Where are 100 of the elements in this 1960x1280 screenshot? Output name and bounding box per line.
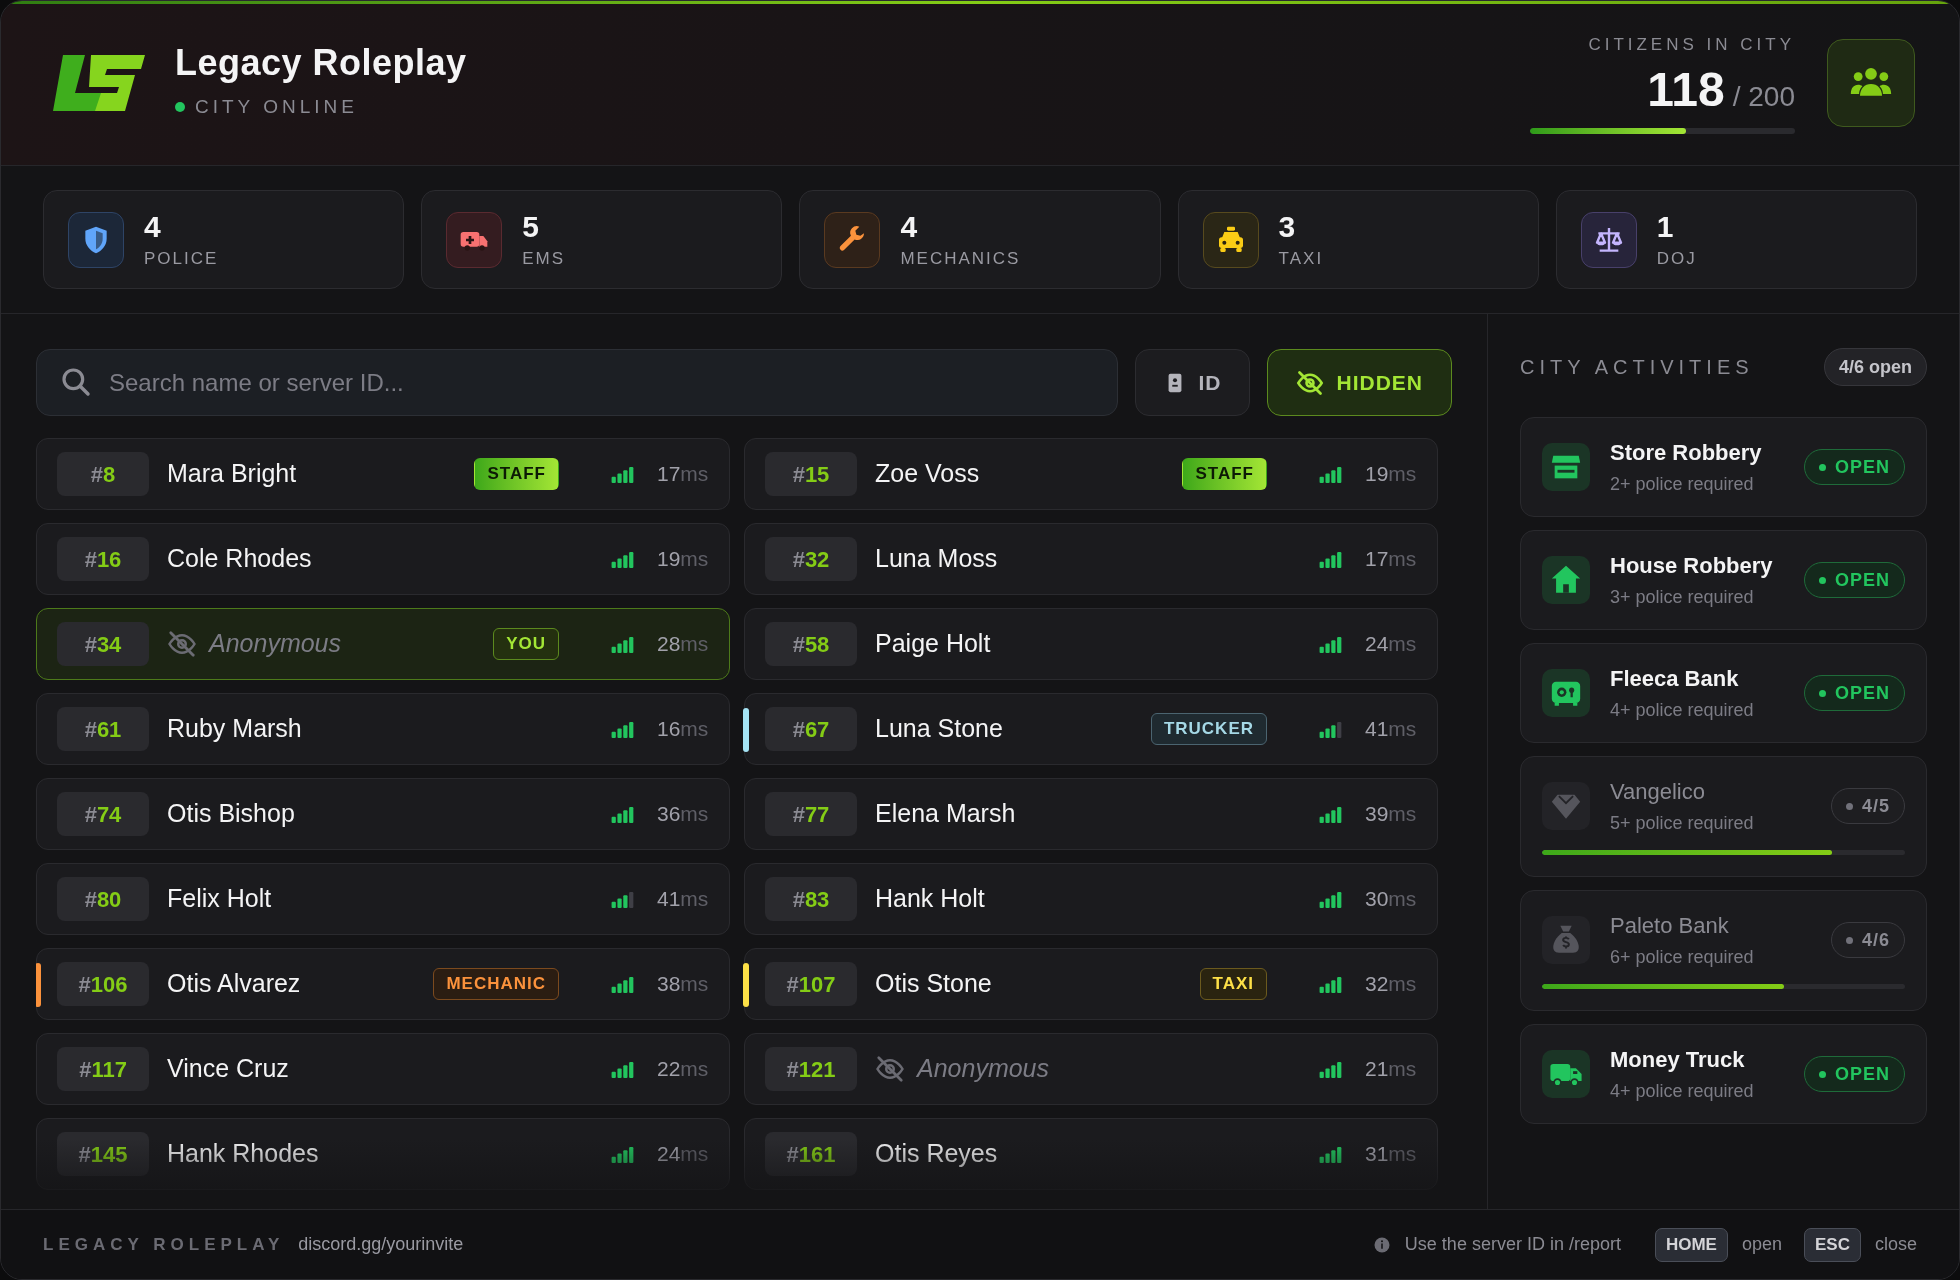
info-icon xyxy=(1372,1235,1391,1254)
ping-text: 17ms xyxy=(1365,546,1418,573)
status-pill: 4/6 xyxy=(1830,922,1905,958)
stat-label: TAXI xyxy=(1278,250,1324,267)
player-name: Luna Stone xyxy=(875,713,1003,745)
player-row[interactable]: #8 Mara Bright STAFF 17ms xyxy=(36,438,730,510)
hint-text: Use the server ID in /report xyxy=(1404,1233,1621,1256)
activity-requirement: 4+ police required xyxy=(1610,1079,1755,1102)
player-row[interactable]: #34 Anonymous YOU 28ms xyxy=(36,608,730,680)
server-id: #121 xyxy=(765,1047,857,1091)
player-name: Otis Bishop xyxy=(167,798,295,830)
key-badge: ESC xyxy=(1804,1227,1861,1262)
player-row[interactable]: #145 Hank Rhodes 24ms xyxy=(36,1118,730,1190)
player-row[interactable]: #15 Zoe Voss STAFF 19ms xyxy=(744,438,1438,510)
ping-text: 36ms xyxy=(657,801,710,828)
player-row[interactable]: #67 Luna Stone TRUCKER 41ms xyxy=(744,693,1438,765)
role-badge: TRUCKER xyxy=(1150,713,1267,745)
citizens-label: CITIZENS IN CITY xyxy=(1588,34,1795,57)
role-badge: TAXI xyxy=(1199,968,1267,1000)
server-id: #32 xyxy=(765,537,857,581)
id-filter-button[interactable]: ID xyxy=(1135,349,1251,416)
stat-count: 4 xyxy=(144,212,162,242)
key-action: open xyxy=(1741,1233,1782,1256)
server-id: #107 xyxy=(765,962,857,1006)
role-badge: YOU xyxy=(493,628,559,660)
player-row[interactable]: #58 Paige Holt 24ms xyxy=(744,608,1438,680)
server-id: #145 xyxy=(57,1132,149,1176)
ping-text: 24ms xyxy=(657,1141,710,1168)
citizen-count: 118 xyxy=(1647,65,1725,114)
ping-text: 28ms xyxy=(657,631,710,658)
activity-requirement: 3+ police required xyxy=(1610,585,1755,608)
player-row[interactable]: #107 Otis Stone TAXI 32ms xyxy=(744,948,1438,1020)
server-id: #15 xyxy=(765,452,857,496)
stat-count: 1 xyxy=(1656,212,1675,242)
activity-requirement: 5+ police required xyxy=(1610,811,1755,834)
server-id: #83 xyxy=(765,877,857,921)
ping-text: 19ms xyxy=(1365,461,1418,488)
player-row[interactable]: #161 Otis Reyes 31ms xyxy=(744,1118,1438,1190)
player-row[interactable]: #16 Cole Rhodes 19ms xyxy=(36,523,730,595)
player-row[interactable]: #74 Otis Bishop 36ms xyxy=(36,778,730,850)
player-name: Felix Holt xyxy=(167,883,272,915)
eye-off-icon xyxy=(1296,368,1325,397)
ping-text: 30ms xyxy=(1365,886,1418,913)
search-field[interactable]: Search name or server ID... xyxy=(36,349,1119,416)
ping-text: 41ms xyxy=(657,886,710,913)
player-name: Mara Bright xyxy=(167,458,297,490)
player-row[interactable]: #32 Luna Moss 17ms xyxy=(744,523,1438,595)
invite-link[interactable]: discord.gg/yourinvite xyxy=(298,1231,464,1258)
app-title: Legacy Roleplay xyxy=(175,44,467,81)
server-id: #8 xyxy=(57,452,149,496)
server-id: #80 xyxy=(57,877,149,921)
activity-name: Money Truck xyxy=(1610,1046,1746,1074)
player-row[interactable]: #80 Felix Holt 41ms xyxy=(36,863,730,935)
ping-text: 32ms xyxy=(1365,971,1418,998)
ping-text: 24ms xyxy=(1365,631,1418,658)
ping-text: 31ms xyxy=(1365,1141,1418,1168)
stat-label: MECHANICS xyxy=(900,250,1021,267)
player-row[interactable]: #61 Ruby Marsh 16ms xyxy=(36,693,730,765)
server-id: #77 xyxy=(765,792,857,836)
capacity-text: / 200 xyxy=(1732,79,1795,114)
player-row[interactable]: #77 Elena Marsh 39ms xyxy=(744,778,1438,850)
players-button[interactable] xyxy=(1827,39,1915,127)
player-row[interactable]: #117 Vince Cruz 22ms xyxy=(36,1033,730,1105)
player-row[interactable]: #106 Otis Alvarez MECHANIC 38ms xyxy=(36,948,730,1020)
eye-off-icon xyxy=(167,629,197,659)
role-badge: MECHANIC xyxy=(433,968,559,1000)
ping-text: 21ms xyxy=(1365,1056,1418,1083)
player-name: Zoe Voss xyxy=(875,458,980,490)
search-icon xyxy=(60,366,92,398)
player-name: Paige Holt xyxy=(875,628,991,660)
role-badge: STAFF xyxy=(1182,458,1267,490)
player-name: Hank Holt xyxy=(875,883,985,915)
player-row[interactable]: #121 Anonymous 21ms xyxy=(744,1033,1438,1105)
server-id: #106 xyxy=(57,962,149,1006)
stat-count: 5 xyxy=(522,212,540,242)
role-badge: STAFF xyxy=(474,458,559,490)
server-id: #117 xyxy=(57,1047,149,1091)
stat-count: 4 xyxy=(900,212,919,242)
ping-text: 22ms xyxy=(657,1056,710,1083)
footer-brand: LEGACY ROLEPLAY xyxy=(43,1233,285,1256)
status-pill: OPEN xyxy=(1804,449,1905,485)
player-name: Anonymous xyxy=(917,1053,1050,1085)
player-name: Elena Marsh xyxy=(875,798,1016,830)
player-name: Vince Cruz xyxy=(167,1053,289,1085)
status-pill: OPEN xyxy=(1804,675,1905,711)
player-name: Otis Reyes xyxy=(875,1138,998,1170)
activity-requirement: 2+ police required xyxy=(1610,472,1755,495)
eye-off-icon xyxy=(875,1054,905,1084)
server-id: #67 xyxy=(765,707,857,751)
player-name: Hank Rhodes xyxy=(167,1138,319,1170)
ping-text: 17ms xyxy=(657,461,710,488)
activity-requirement: 6+ police required xyxy=(1610,945,1755,968)
stat-label: POLICE xyxy=(144,250,219,267)
player-name: Cole Rhodes xyxy=(167,543,312,575)
server-id: #61 xyxy=(57,707,149,751)
player-name: Luna Moss xyxy=(875,543,998,575)
hidden-filter-button[interactable]: HIDDEN xyxy=(1267,349,1452,416)
player-row[interactable]: #83 Hank Holt 30ms xyxy=(744,863,1438,935)
activity-name: Vangelico xyxy=(1610,778,1706,806)
activity-name: Fleeca Bank xyxy=(1610,665,1740,693)
